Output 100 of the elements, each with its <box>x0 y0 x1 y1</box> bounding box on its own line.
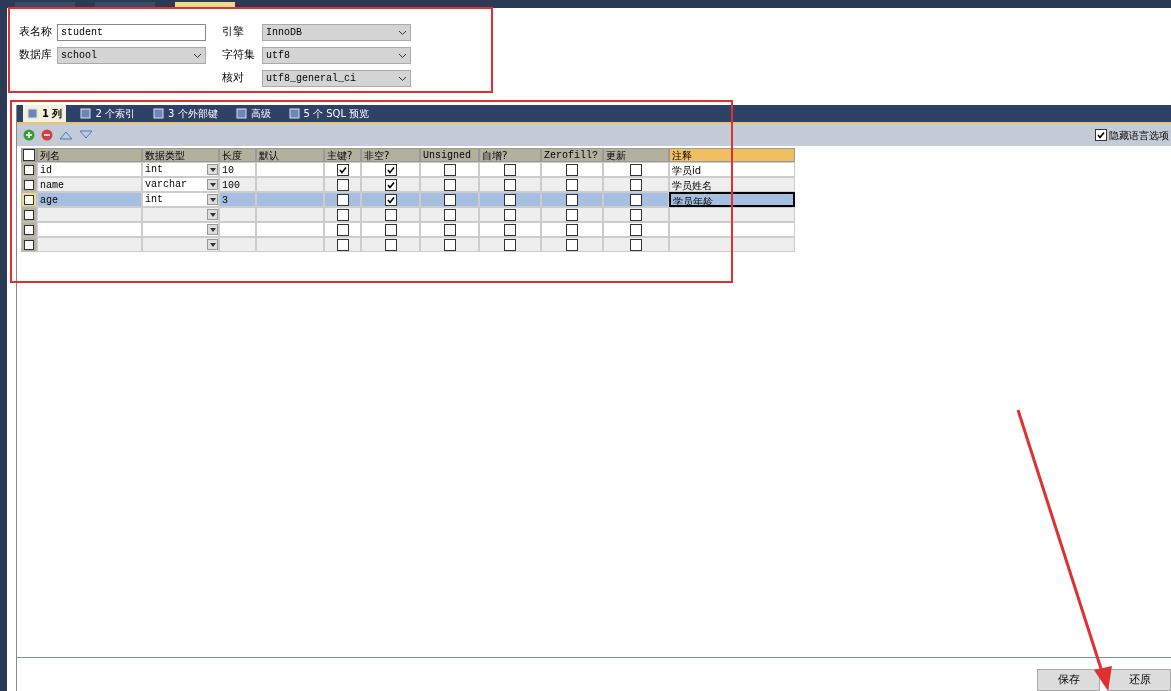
column-header[interactable]: 主键? <box>324 148 361 162</box>
checkbox[interactable] <box>23 149 35 161</box>
checkbox[interactable] <box>504 238 516 251</box>
tab[interactable]: 1 列 <box>23 105 67 122</box>
checkbox[interactable] <box>566 163 578 176</box>
checkbox[interactable] <box>24 239 34 250</box>
checkbox[interactable] <box>24 209 34 220</box>
checkbox[interactable] <box>566 238 578 251</box>
table-cell[interactable] <box>256 162 324 177</box>
checkbox[interactable] <box>384 238 397 251</box>
checkbox[interactable] <box>566 193 578 206</box>
table-cell[interactable] <box>219 237 256 252</box>
input-field[interactable]: student <box>57 24 206 41</box>
table-cell[interactable]: 100 <box>219 177 256 192</box>
dialog-button[interactable]: 还原 <box>1108 669 1171 691</box>
table-cell[interactable] <box>256 207 324 222</box>
table-cell[interactable] <box>256 222 324 237</box>
table-cell[interactable]: 10 <box>219 162 256 177</box>
table-cell[interactable] <box>142 237 219 252</box>
checkbox[interactable] <box>443 163 456 176</box>
table-cell[interactable] <box>256 177 324 192</box>
checkbox[interactable] <box>443 208 456 221</box>
checkbox[interactable] <box>24 179 34 190</box>
table-row[interactable]: name varchar 100 学员姓名 <box>21 177 1171 192</box>
column-header[interactable]: 默认 <box>256 148 324 162</box>
checkbox[interactable] <box>24 164 34 175</box>
table-cell[interactable] <box>669 222 795 237</box>
column-header[interactable]: Zerofill? <box>541 148 603 162</box>
dropdown-button[interactable] <box>207 179 218 190</box>
checkbox[interactable] <box>24 224 34 235</box>
column-header[interactable]: 非空? <box>361 148 420 162</box>
table-cell[interactable] <box>219 207 256 222</box>
checkbox[interactable] <box>336 193 349 206</box>
checkbox[interactable] <box>336 178 349 191</box>
checkbox[interactable] <box>336 163 349 176</box>
column-header[interactable]: 更新 <box>603 148 669 162</box>
checkbox[interactable] <box>384 223 397 236</box>
checkbox[interactable] <box>336 238 349 251</box>
checkbox[interactable] <box>504 193 516 206</box>
dropdown[interactable]: school <box>57 47 206 64</box>
dropdown[interactable]: InnoDB <box>262 24 411 41</box>
checkbox[interactable] <box>566 208 578 221</box>
dropdown[interactable]: utf8 <box>262 47 411 64</box>
table-cell[interactable]: int <box>142 192 219 207</box>
table-cell[interactable] <box>37 207 142 222</box>
table-cell[interactable]: 3 <box>219 192 256 207</box>
column-header[interactable]: 注释 <box>669 148 795 162</box>
table-cell[interactable]: id <box>37 162 142 177</box>
checkbox[interactable] <box>1095 129 1107 141</box>
checkbox[interactable] <box>630 178 642 191</box>
checkbox[interactable] <box>384 208 397 221</box>
table-cell[interactable]: name <box>37 177 142 192</box>
column-header[interactable]: Unsigned <box>420 148 479 162</box>
checkbox[interactable] <box>630 208 642 221</box>
table-cell[interactable]: age <box>37 192 142 207</box>
dropdown-button[interactable] <box>207 209 218 220</box>
checkbox[interactable] <box>566 178 578 191</box>
column-header[interactable]: 列名 <box>37 148 142 162</box>
tab[interactable]: 2 个索引 <box>76 105 139 122</box>
table-cell[interactable]: int <box>142 162 219 177</box>
checkbox[interactable] <box>630 223 642 236</box>
move-up-icon[interactable] <box>59 130 73 140</box>
checkbox[interactable] <box>504 163 516 176</box>
dropdown[interactable]: utf8_general_ci <box>262 70 411 87</box>
checkbox[interactable] <box>504 208 516 221</box>
table-cell[interactable] <box>142 207 219 222</box>
table-cell[interactable] <box>219 222 256 237</box>
remove-icon[interactable] <box>41 129 53 141</box>
table-cell[interactable]: varchar <box>142 177 219 192</box>
checkbox[interactable] <box>24 194 34 205</box>
column-header[interactable]: 自增? <box>479 148 541 162</box>
checkbox[interactable] <box>630 163 642 176</box>
column-header[interactable]: 数据类型 <box>142 148 219 162</box>
dropdown-button[interactable] <box>207 224 218 235</box>
table-cell[interactable] <box>256 237 324 252</box>
move-down-icon[interactable] <box>79 130 93 140</box>
checkbox[interactable] <box>384 178 397 191</box>
add-icon[interactable] <box>23 129 35 141</box>
checkbox[interactable] <box>566 223 578 236</box>
checkbox[interactable] <box>336 223 349 236</box>
table-cell[interactable] <box>669 237 795 252</box>
checkbox[interactable] <box>443 223 456 236</box>
dropdown-button[interactable] <box>207 239 218 250</box>
checkbox[interactable] <box>384 163 397 176</box>
table-cell[interactable]: 学员id <box>669 162 795 177</box>
table-cell[interactable] <box>37 237 142 252</box>
checkbox[interactable] <box>443 238 456 251</box>
checkbox[interactable] <box>443 178 456 191</box>
tab[interactable]: 5 个 SQL 预览 <box>284 105 374 122</box>
dialog-button[interactable]: 保存 <box>1037 669 1100 691</box>
tab[interactable]: 3 个外部键 <box>149 105 222 122</box>
table-cell[interactable] <box>37 222 142 237</box>
column-header[interactable]: 长度 <box>219 148 256 162</box>
checkbox[interactable] <box>630 193 642 206</box>
checkbox[interactable] <box>336 208 349 221</box>
table-cell[interactable] <box>142 222 219 237</box>
tab[interactable]: 高级 <box>231 105 275 122</box>
table-cell[interactable] <box>256 192 324 207</box>
table-row[interactable]: id int 10 学员id <box>21 162 1171 177</box>
checkbox[interactable] <box>504 223 516 236</box>
